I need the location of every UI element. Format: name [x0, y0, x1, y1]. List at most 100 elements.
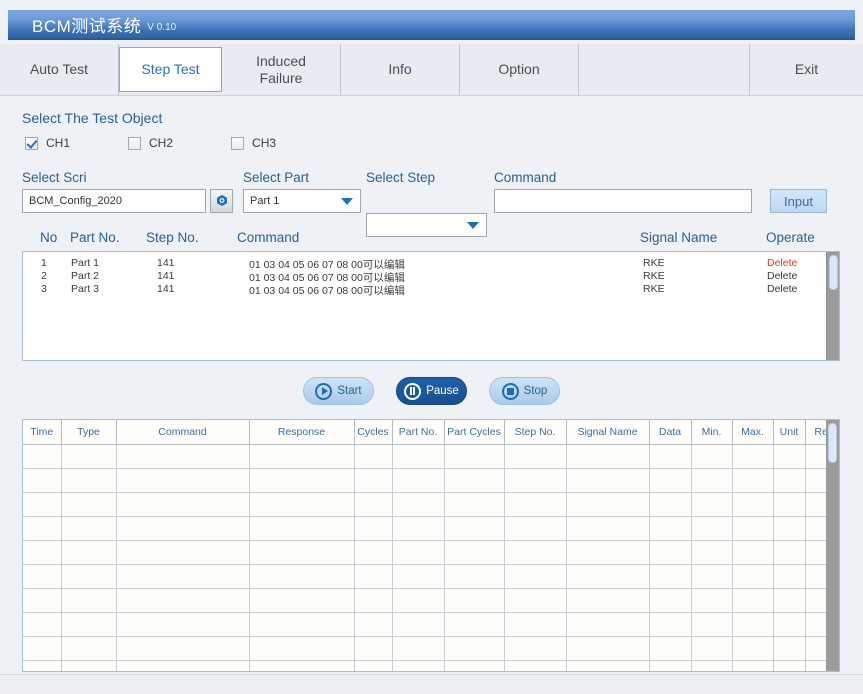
refresh-icon	[216, 195, 227, 206]
table-row[interactable]: 1 Part 1 141 01 03 04 05 06 07 08 00可以编辑…	[23, 257, 839, 271]
tab-induced-failure[interactable]: Induced Failure	[222, 44, 341, 95]
results-grid-cell	[249, 444, 355, 469]
results-grid-cell	[23, 660, 62, 671]
results-grid-cell	[566, 588, 650, 613]
results-grid-cell	[116, 660, 250, 671]
results-grid-cell	[116, 444, 250, 469]
results-grid-cell	[354, 468, 393, 493]
results-grid-cell	[354, 492, 393, 517]
results-grid-cell	[691, 468, 733, 493]
results-grid-cell	[649, 444, 692, 469]
checkbox-ch2-box[interactable]	[128, 136, 142, 150]
results-grid-row[interactable]	[23, 660, 839, 671]
results-grid-cell	[691, 444, 733, 469]
stop-button[interactable]: Stop	[489, 377, 560, 405]
results-grid-cell	[691, 564, 733, 589]
results-grid-cell	[444, 444, 505, 469]
results-grid-cell	[444, 588, 505, 613]
row-delete-link[interactable]: Delete	[767, 283, 797, 295]
results-grid-cell	[566, 612, 650, 637]
pause-button[interactable]: Pause	[396, 377, 467, 405]
table-row[interactable]: 2 Part 2 141 01 03 04 05 06 07 08 00可以编辑…	[23, 270, 839, 284]
tab-exit[interactable]: Exit	[750, 44, 863, 95]
step-list-header-signal-name: Signal Name	[640, 230, 718, 245]
label-select-scri: Select Scri	[22, 170, 87, 185]
results-grid-cell	[116, 612, 250, 637]
results-grid-cell	[504, 588, 567, 613]
command-input[interactable]	[494, 189, 752, 213]
results-grid-cell	[732, 468, 774, 493]
tab-bar: Auto Test Step Test Induced Failure Info…	[0, 44, 863, 96]
checkbox-ch3-box[interactable]	[231, 136, 245, 150]
results-grid-cell	[773, 612, 806, 637]
results-grid-row[interactable]	[23, 636, 839, 661]
results-grid-cell	[732, 444, 774, 469]
application-window: BCM测试系统 V 0.10 Auto Test Step Test Induc…	[0, 0, 863, 694]
results-grid-row[interactable]	[23, 516, 839, 541]
results-grid-cell	[116, 492, 250, 517]
test-object-section-label: Select The Test Object	[22, 110, 163, 126]
step-list-scrollbar-thumb[interactable]	[829, 255, 838, 290]
checkbox-ch3[interactable]: CH3	[231, 136, 276, 150]
results-grid-cell	[773, 540, 806, 565]
results-grid-row[interactable]	[23, 468, 839, 493]
results-grid-header-part-no: Part No.	[392, 420, 445, 445]
row-signal-name: RKE	[643, 283, 665, 295]
results-grid-cell	[249, 564, 355, 589]
checkbox-ch1-box[interactable]	[25, 136, 38, 150]
results-grid-cell	[691, 540, 733, 565]
row-delete-link[interactable]: Delete	[767, 270, 797, 282]
results-grid-cell	[504, 540, 567, 565]
tab-option[interactable]: Option	[460, 44, 579, 95]
table-row[interactable]: 3 Part 3 141 01 03 04 05 06 07 08 00可以编辑…	[23, 283, 839, 297]
results-grid-row[interactable]	[23, 564, 839, 589]
results-grid-cell	[649, 636, 692, 661]
row-delete-link[interactable]: Delete	[767, 257, 797, 269]
tab-info[interactable]: Info	[341, 44, 460, 95]
checkbox-ch2[interactable]: CH2	[128, 136, 173, 150]
results-grid-scrollbar[interactable]	[826, 420, 839, 671]
results-grid-cell	[649, 588, 692, 613]
results-grid-row[interactable]	[23, 444, 839, 469]
start-button[interactable]: Start	[303, 377, 374, 405]
input-button[interactable]: Input	[770, 189, 827, 213]
results-grid-cell	[23, 636, 62, 661]
step-list-scrollbar[interactable]	[826, 252, 839, 360]
results-grid-cell	[732, 636, 774, 661]
results-grid-row[interactable]	[23, 612, 839, 637]
results-grid-cell	[773, 468, 806, 493]
results-grid-cell	[444, 540, 505, 565]
results-grid-row[interactable]	[23, 492, 839, 517]
select-part-dropdown[interactable]: Part 1	[243, 189, 361, 213]
results-grid-cell	[249, 636, 355, 661]
results-grid-cell	[649, 660, 692, 671]
step-list-rows: 1 Part 1 141 01 03 04 05 06 07 08 00可以编辑…	[23, 257, 839, 297]
results-grid-cell	[392, 516, 445, 541]
results-grid-cell	[504, 492, 567, 517]
results-grid-cell	[732, 564, 774, 589]
results-grid-header-max: Max.	[732, 420, 774, 445]
results-grid-cell	[444, 612, 505, 637]
results-grid-cell	[649, 516, 692, 541]
refresh-script-button[interactable]	[210, 189, 233, 213]
chevron-down-icon	[341, 198, 353, 205]
results-grid-scrollbar-thumb[interactable]	[828, 423, 837, 463]
chevron-down-icon	[467, 222, 479, 229]
results-grid-row[interactable]	[23, 588, 839, 613]
tab-step-test[interactable]: Step Test	[119, 47, 222, 92]
results-grid-cell	[61, 636, 117, 661]
row-part-no: Part 3	[71, 283, 100, 295]
stop-button-label: Stop	[523, 385, 548, 397]
select-scri-input[interactable]	[22, 189, 206, 213]
results-grid-cell	[444, 516, 505, 541]
results-grid-header-type: Type	[61, 420, 117, 445]
checkbox-ch1[interactable]: CH1	[25, 136, 70, 150]
results-grid-cell	[23, 492, 62, 517]
results-grid-cell	[691, 516, 733, 541]
results-grid-header-part-cycles: Part Cycles	[444, 420, 505, 445]
row-step-no: 141	[157, 257, 175, 269]
label-command: Command	[494, 170, 557, 185]
tab-auto-test[interactable]: Auto Test	[0, 44, 119, 95]
results-grid-row[interactable]	[23, 540, 839, 565]
results-grid-header-signal-name: Signal Name	[566, 420, 650, 445]
